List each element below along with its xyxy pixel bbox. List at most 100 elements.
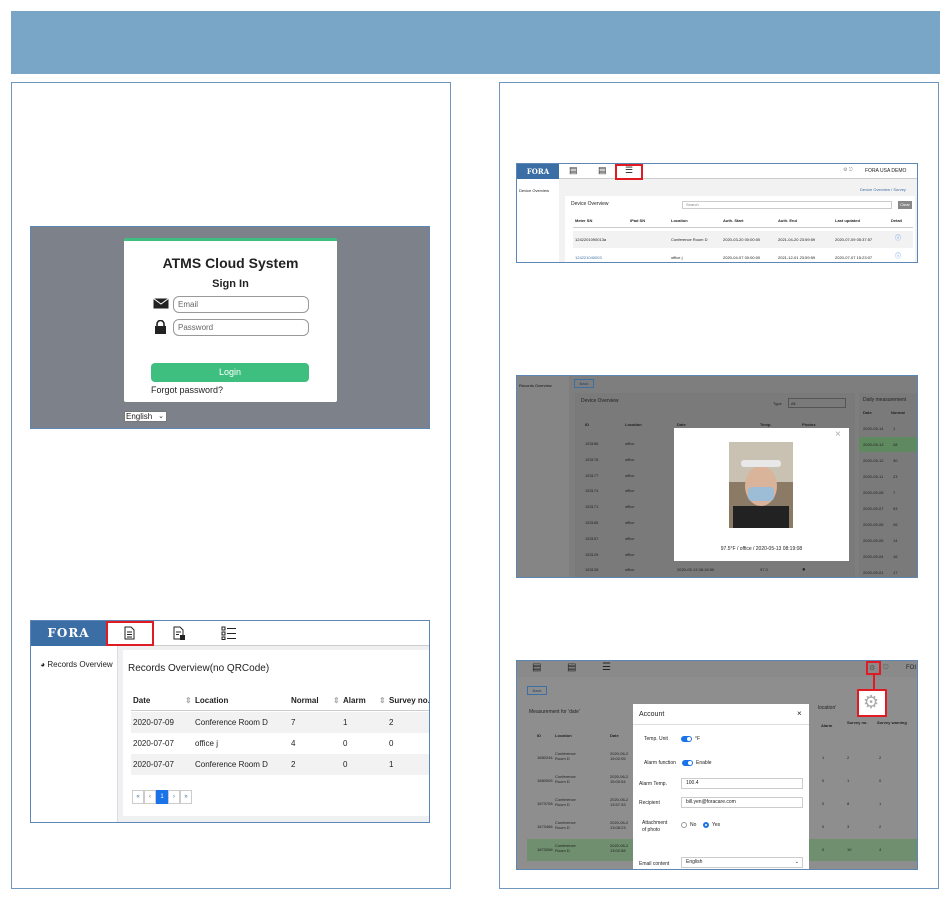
column-header[interactable]: Detail: [891, 218, 902, 223]
alarm-function-label: Alarm function: [644, 760, 676, 766]
column-header[interactable]: ID: [585, 422, 589, 427]
forgot-password-link[interactable]: Forgot password?: [151, 385, 223, 395]
prev-page-button[interactable]: ‹: [144, 790, 156, 804]
next-page-button[interactable]: ›: [168, 790, 180, 804]
column-header[interactable]: Normal: [291, 690, 319, 711]
table-row[interactable]: 2020-05-06 26: [859, 517, 917, 532]
modal-title: Account: [639, 711, 665, 718]
column-header[interactable]: Location: [625, 422, 642, 427]
cell: 153174: [585, 488, 599, 494]
sort-icon[interactable]: ⇕: [333, 690, 340, 711]
cell: 0: [822, 778, 825, 783]
column-header[interactable]: Location: [671, 218, 688, 223]
table-row[interactable]: 2020-05-05 14: [859, 533, 917, 548]
back-button[interactable]: Back: [527, 686, 547, 695]
search-input[interactable]: Search: [682, 201, 892, 209]
sidebar-item-device-overview[interactable]: Device Overview: [519, 188, 549, 193]
column-header[interactable]: ID: [537, 733, 541, 738]
first-page-button[interactable]: «: [132, 790, 144, 804]
column-header[interactable]: Date: [677, 422, 686, 427]
last-page-button[interactable]: »: [180, 790, 192, 804]
sidebar: ◕ Records Overview: [31, 646, 118, 822]
sidebar-item-records-overview[interactable]: ◕ Records Overview: [39, 660, 114, 670]
cell: 1680244: [537, 755, 553, 760]
password-field[interactable]: Password: [173, 319, 309, 336]
email-content-select[interactable]: English ⌄: [681, 857, 803, 868]
photo-caption: 97.5°F / office / 2020-05-13 08:19:08: [720, 546, 803, 552]
column-header[interactable]: Date: [133, 690, 150, 711]
account-name[interactable]: FOI: [906, 665, 916, 671]
column-header[interactable]: Meter SN: [575, 218, 592, 223]
column-header[interactable]: Location: [555, 733, 572, 738]
logout-icon[interactable]: ⎋: [883, 664, 889, 672]
column-header[interactable]: Date: [863, 410, 872, 415]
table-row[interactable]: 2020-07-07 Conference Room D 2 0 1: [131, 754, 429, 775]
gear-callout: ⚙: [857, 689, 887, 717]
alarm-temp-input[interactable]: 100.4: [681, 778, 803, 789]
table-row[interactable]: 1242201090013a Conference Room D 2020-03…: [573, 231, 913, 248]
column-header[interactable]: Normal: [891, 410, 905, 415]
column-header[interactable]: Survey no.: [847, 720, 869, 725]
document-icon[interactable]: ▤: [532, 662, 541, 673]
back-button[interactable]: Back: [574, 379, 594, 388]
type-select[interactable]: All: [788, 398, 846, 408]
table-row[interactable]: 124221040003 office j 2020-04-07 00:00:0…: [573, 251, 913, 262]
top-toolbar: [106, 621, 429, 646]
table-row[interactable]: 2020-05-04 16: [859, 549, 917, 564]
column-header[interactable]: Alarm: [343, 690, 366, 711]
qr-document-icon[interactable]: [173, 626, 186, 641]
column-header[interactable]: Auth. Start: [723, 218, 743, 223]
info-icon[interactable]: ⓘ: [895, 231, 901, 248]
column-header[interactable]: Photos: [802, 422, 816, 427]
column-header[interactable]: Auth. End: [778, 218, 797, 223]
document-icon[interactable]: ▤: [569, 165, 578, 176]
checklist-icon[interactable]: ☰: [602, 662, 611, 673]
cell: Conference Room D: [195, 718, 268, 727]
cell: 3: [847, 824, 850, 829]
column-header[interactable]: Survey no.: [389, 690, 429, 711]
gear-icon[interactable]: ⚙ ⎋: [843, 167, 853, 173]
qr-document-icon[interactable]: ▤: [598, 165, 607, 176]
cell: 153186: [585, 441, 599, 446]
clear-button[interactable]: Clear: [898, 201, 912, 209]
check-icon[interactable]: ●: [802, 563, 806, 577]
info-icon[interactable]: ⓘ: [895, 251, 901, 262]
table-row[interactable]: 2020-05-13 28: [859, 437, 917, 452]
account-name[interactable]: FORA USA DEMO: [865, 168, 906, 174]
column-header[interactable]: Location: [195, 690, 228, 711]
table-row[interactable]: 2020-07-07 office j 4 0 0: [131, 733, 429, 754]
language-select[interactable]: English ⌄: [124, 411, 167, 422]
table-row[interactable]: 2020-05-08 7: [859, 485, 917, 500]
table-row[interactable]: 2020-05-07 53: [859, 501, 917, 516]
column-header[interactable]: Alarm: [821, 723, 832, 728]
yes-radio[interactable]: [703, 822, 709, 828]
close-icon[interactable]: ×: [797, 709, 802, 718]
no-radio[interactable]: [681, 822, 687, 828]
checklist-icon[interactable]: [221, 626, 237, 640]
cell: 153177: [585, 472, 599, 478]
table-row[interactable]: 153128 office 2020-05-13 08:18:50 97.3 ●: [585, 563, 855, 577]
recipient-input[interactable]: bill.yen@foracare.com: [681, 797, 803, 808]
table-row[interactable]: 2020-05-12 30: [859, 453, 917, 468]
column-header[interactable]: iPad SN: [630, 218, 645, 223]
table-row[interactable]: 2020-05-01 17: [859, 565, 917, 577]
close-icon[interactable]: ×: [835, 429, 841, 440]
column-header[interactable]: Date: [610, 733, 619, 738]
login-button[interactable]: Login: [151, 363, 309, 382]
alarm-function-toggle[interactable]: [682, 760, 693, 766]
table-row[interactable]: 2020-05-14 1: [859, 421, 917, 436]
cell: 0: [343, 760, 348, 769]
page-1-button[interactable]: 1: [156, 790, 168, 804]
sidebar-item-records-overview[interactable]: Records Overview: [519, 383, 552, 388]
email-field[interactable]: Email: [173, 296, 309, 313]
sort-icon[interactable]: ⇕: [379, 690, 386, 711]
table-row[interactable]: 2020-05-11 23: [859, 469, 917, 484]
cell: 23: [893, 474, 898, 479]
sort-icon[interactable]: ⇕: [185, 690, 192, 711]
column-header[interactable]: Last updated: [835, 218, 860, 223]
temp-unit-toggle[interactable]: [681, 736, 692, 742]
table-row[interactable]: 2020-07-09 Conference Room D 7 1 2: [131, 712, 429, 733]
column-header[interactable]: Survey warning: [877, 720, 907, 725]
column-header[interactable]: Temp.: [760, 422, 771, 427]
qr-document-icon[interactable]: ▤: [567, 662, 576, 673]
